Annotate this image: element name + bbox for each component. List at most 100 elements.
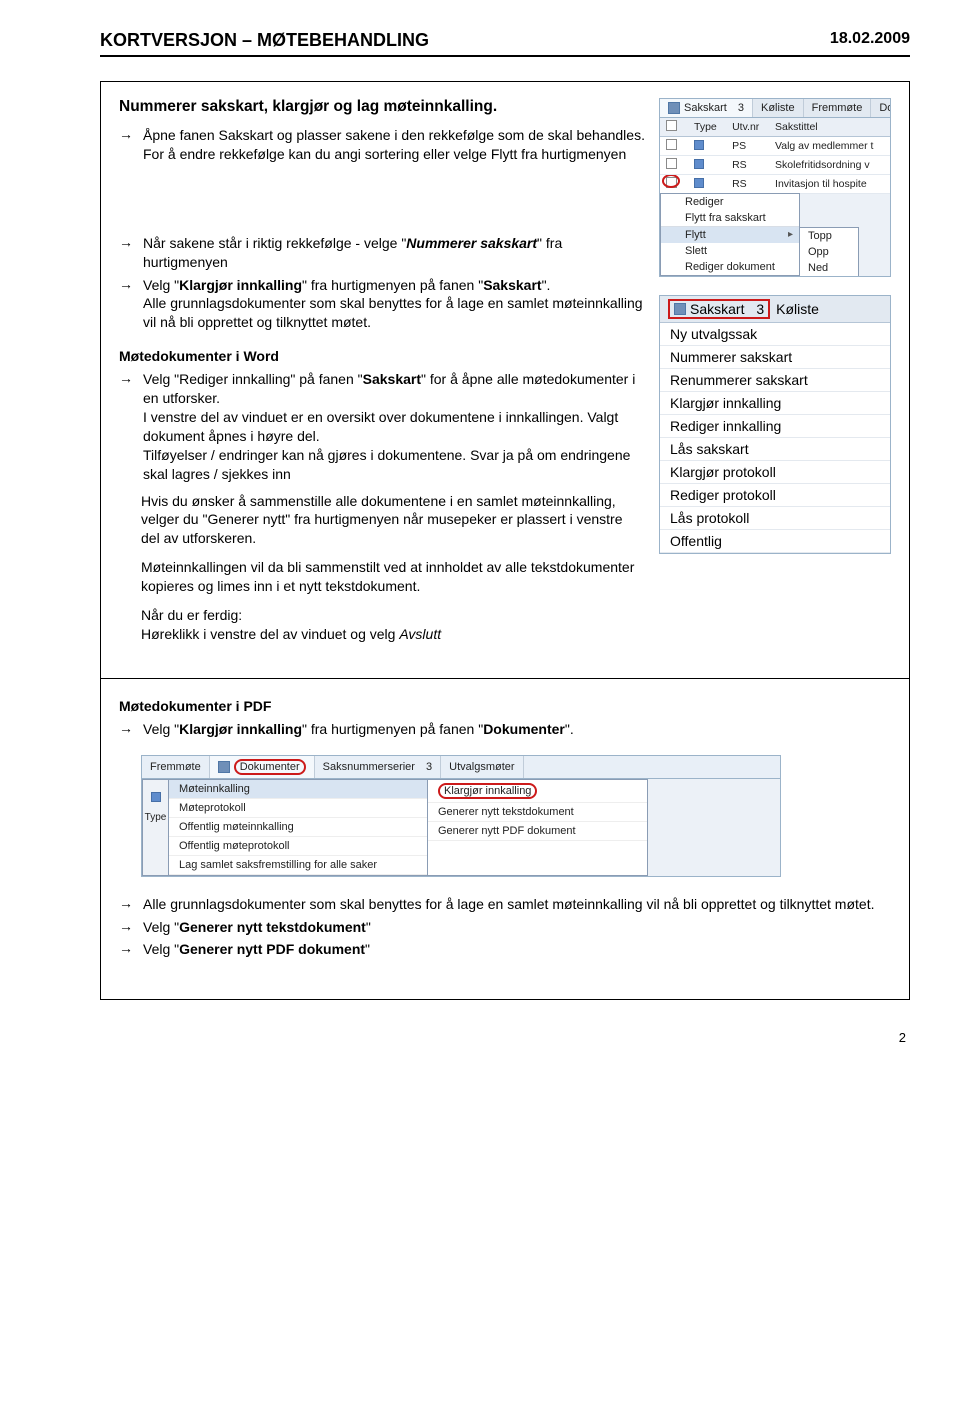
menu-las-protokoll[interactable]: Lås protokoll [660, 507, 890, 530]
list-item: Velg "Klargjør innkalling" fra hurtigmen… [143, 720, 891, 739]
doc-date: 18.02.2009 [830, 30, 910, 51]
word-list: → Velg "Rediger innkalling" på fanen "Sa… [119, 370, 645, 483]
left-band: Type [142, 779, 168, 876]
list-item: Alle grunnlagsdokumenter som skal benytt… [143, 895, 891, 914]
menu-renummerer[interactable]: Renummerer sakskart [660, 369, 890, 392]
tab-sakskart[interactable]: Sakskart 3 [660, 99, 753, 117]
tab-utvalgsmoter[interactable]: Utvalgsmøter [441, 756, 523, 778]
col-menu2: Klargjør innkalling Generer nytt tekstdo… [428, 779, 648, 876]
section1-list2: → Når sakene står i riktig rekkefølge - … [119, 234, 645, 332]
menu-ned[interactable]: Ned [800, 260, 858, 276]
when-done: Når du er ferdig: Høreklikk i venstre de… [141, 606, 645, 644]
pdf-subhead: Møtedokumenter i PDF [119, 698, 891, 714]
context-menu: Rediger Flytt fra sakskart Flytt Topp Op… [660, 193, 800, 276]
main-content-box: Nummerer sakskart, klargjør og lag møtei… [100, 81, 910, 679]
menu-flytt-fra[interactable]: Flytt fra sakskart [661, 210, 799, 227]
list-item: Velg "Generer nytt tekstdokument" [143, 918, 891, 937]
doc-icon [694, 140, 704, 150]
menu-flytt[interactable]: Flytt Topp Opp Ned Bunn [661, 227, 799, 243]
menu-las-sakskart[interactable]: Lås sakskart [660, 438, 890, 461]
arrow-icon: → [119, 940, 137, 959]
menu-offentlig[interactable]: Offentlig [660, 530, 890, 553]
tab-do[interactable]: Do [871, 99, 891, 117]
menu-generer-tekst[interactable]: Generer nytt tekstdokument [428, 803, 647, 822]
table-row[interactable]: RS Invitasjon til hospite [660, 175, 890, 194]
menu-off-innkalling[interactable]: Offentlig møteinnkalling [169, 818, 427, 837]
tab-saksnr[interactable]: Saksnummerserier 3 [315, 756, 442, 778]
doc-icon [151, 792, 161, 802]
table-row[interactable]: RS Skolefritidsordning v [660, 156, 890, 175]
final-list: → Alle grunnlagsdokumenter som skal beny… [119, 895, 891, 960]
arrow-icon: → [119, 918, 137, 937]
sakskart-screenshot: Sakskart 3 Køliste Fremmøte Do Type Utv.… [659, 98, 891, 277]
menu-klargjor-innkalling[interactable]: Klargjør innkalling [428, 780, 647, 803]
doc-header: KORTVERSJON – MØTEBEHANDLING 18.02.2009 [100, 30, 910, 57]
menu-klargjor-protokoll[interactable]: Klargjør protokoll [660, 461, 890, 484]
tab-dokumenter[interactable]: Dokumenter [210, 756, 315, 778]
menu-nummerer[interactable]: Nummerer sakskart [660, 346, 890, 369]
doc-icon [694, 178, 704, 188]
doc-icon [694, 159, 704, 169]
sakskart-table: Type Utv.nr Sakstittel PS Valg av medlem… [660, 118, 890, 194]
menu-opp[interactable]: Opp [800, 244, 858, 260]
tab-fremmote[interactable]: Fremmøte [142, 756, 210, 778]
doc-title: KORTVERSJON – MØTEBEHANDLING [100, 30, 429, 51]
list-item: Velg "Rediger innkalling" på fanen "Saks… [143, 370, 645, 483]
menu-lag-samlet[interactable]: Lag samlet saksfremstilling for alle sak… [169, 856, 427, 875]
highlight-oval: Dokumenter [234, 759, 306, 775]
word-p1: Hvis du ønsker å sammenstille alle dokum… [141, 492, 645, 549]
tab-icon [674, 303, 686, 315]
menu-rediger-innkalling[interactable]: Rediger innkalling [660, 415, 890, 438]
menu-rediger-protokoll[interactable]: Rediger protokoll [660, 484, 890, 507]
menu-klargjor-innkalling[interactable]: Klargjør innkalling [660, 392, 890, 415]
menu-slett[interactable]: Slett [661, 243, 799, 259]
table-row[interactable]: PS Valg av medlemmer t [660, 137, 890, 156]
arrow-icon: → [119, 234, 137, 272]
dokumenter-screenshot: Fremmøte Dokumenter Saksnummerserier 3 U… [141, 755, 781, 877]
tab-icon [668, 102, 680, 114]
highlight-oval: Sakskart 3 [668, 299, 770, 319]
flytt-submenu: Topp Opp Ned Bunn [799, 227, 859, 277]
list-item: Når sakene står i riktig rekkefølge - ve… [143, 234, 645, 272]
menu-generer-pdf[interactable]: Generer nytt PDF dokument [428, 822, 647, 841]
main-content-box2: Møtedokumenter i PDF → Velg "Klargjør in… [100, 678, 910, 1001]
pdf-list: → Velg "Klargjør innkalling" fra hurtigm… [119, 720, 891, 739]
highlight-oval: Klargjør innkalling [438, 783, 537, 799]
checkbox-icon[interactable] [666, 158, 677, 169]
page-number: 2 [100, 1000, 910, 1045]
sakskart-menu-screenshot: Sakskart 3 Køliste Ny utvalgssak Nummere… [659, 295, 891, 554]
tab-koliste[interactable]: Køliste [753, 99, 804, 117]
arrow-icon: → [119, 126, 137, 164]
list-item: Åpne fanen Sakskart og plasser sakene i … [143, 126, 645, 164]
arrow-icon: → [119, 720, 137, 739]
menu-topp[interactable]: Topp [800, 228, 858, 244]
checkbox-icon[interactable] [666, 120, 677, 131]
right-column: Sakskart 3 Køliste Fremmøte Do Type Utv.… [659, 98, 891, 654]
list-item: Velg "Generer nytt PDF dokument" [143, 940, 891, 959]
ss2-head: Sakskart 3 Køliste [660, 296, 890, 323]
left-column: Nummerer sakskart, klargjør og lag møtei… [119, 98, 645, 654]
col-menu1: Møteinnkalling Møteprotokoll Offentlig m… [168, 779, 428, 876]
section1-title: Nummerer sakskart, klargjør og lag møtei… [119, 98, 645, 116]
tab-icon [218, 761, 230, 773]
list-item: Velg "Klargjør innkalling" fra hurtigmen… [143, 276, 645, 333]
menu-rediger[interactable]: Rediger [661, 194, 799, 210]
arrow-icon: → [119, 276, 137, 333]
menu-off-protokoll[interactable]: Offentlig møteprotokoll [169, 837, 427, 856]
menu-rediger-dok[interactable]: Rediger dokument [661, 259, 799, 275]
menu-ny-utvalgssak[interactable]: Ny utvalgssak [660, 323, 890, 346]
word-p2: Møteinnkallingen vil da bli sammenstilt … [141, 558, 645, 596]
ss3-menus: Type Møteinnkalling Møteprotokoll Offent… [142, 779, 780, 876]
highlight-oval [662, 175, 680, 189]
ss3-tabs: Fremmøte Dokumenter Saksnummerserier 3 U… [142, 756, 780, 779]
arrow-icon: → [119, 370, 137, 483]
menu-bunn[interactable]: Bunn [800, 276, 858, 277]
section1-list: → Åpne fanen Sakskart og plasser sakene … [119, 126, 645, 164]
tab-fremmote[interactable]: Fremmøte [804, 99, 872, 117]
menu-moteinnkalling[interactable]: Møteinnkalling [169, 780, 427, 799]
word-subhead: Møtedokumenter i Word [119, 348, 645, 364]
arrow-icon: → [119, 895, 137, 914]
checkbox-icon[interactable] [666, 139, 677, 150]
ss1-tabs: Sakskart 3 Køliste Fremmøte Do [660, 99, 890, 118]
menu-moteprotokoll[interactable]: Møteprotokoll [169, 799, 427, 818]
